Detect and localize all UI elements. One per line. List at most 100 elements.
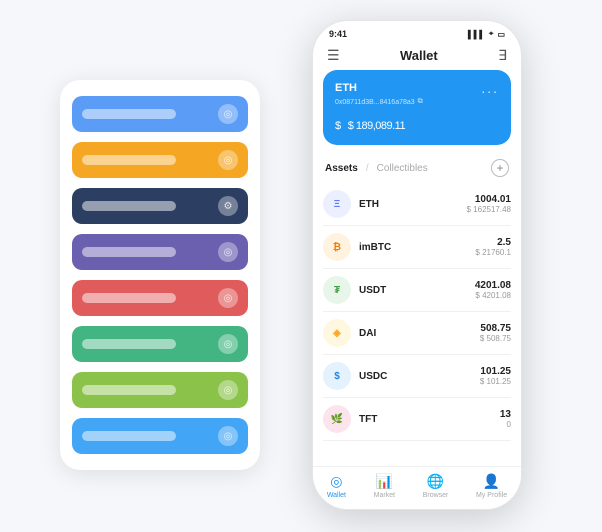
asset-row[interactable]: ₿ imBTC 2.5 $ 21760.1: [323, 226, 511, 269]
asset-icon: ₮: [323, 276, 351, 304]
asset-icon: $: [323, 362, 351, 390]
color-bar: ⚙: [72, 188, 248, 224]
asset-amount: 2.5: [475, 237, 511, 248]
eth-card-label: ETH: [335, 82, 357, 94]
asset-row[interactable]: ₮ USDT 4201.08 $ 4201.08: [323, 269, 511, 312]
phone-frame: 9:41 ▌▌▌ ⌖ ▭ ☰ Wallet ∃ ETH ... 0x08711d…: [312, 20, 522, 510]
asset-values: 13 0: [500, 409, 511, 429]
asset-values: 2.5 $ 21760.1: [475, 237, 511, 257]
color-bar-icon: ◎: [218, 242, 238, 262]
battery-icon: ▭: [497, 30, 505, 39]
color-bar-icon: ◎: [218, 334, 238, 354]
asset-name: USDT: [359, 285, 475, 296]
asset-name: ETH: [359, 199, 467, 210]
color-bar-icon: ◎: [218, 104, 238, 124]
color-bar-icon: ◎: [218, 150, 238, 170]
color-bar-inner: [82, 431, 176, 441]
eth-address: 0x08711d3B...8416a78a3 ⧉: [335, 98, 499, 106]
color-bar: ◎: [72, 142, 248, 178]
tab-divider: /: [366, 163, 369, 174]
eth-card: ETH ... 0x08711d3B...8416a78a3 ⧉ $ $ 189…: [323, 70, 511, 145]
assets-tabs: Assets / Collectibles: [325, 163, 428, 174]
color-bar-icon: ◎: [218, 426, 238, 446]
color-bar-inner: [82, 385, 176, 395]
status-bar: 9:41 ▌▌▌ ⌖ ▭: [313, 21, 521, 43]
asset-usd: 0: [500, 420, 511, 429]
color-bar: ◎: [72, 326, 248, 362]
color-bar-icon: ◎: [218, 288, 238, 308]
color-bar-inner: [82, 201, 176, 211]
eth-amount: $ $ 189,089.11: [335, 112, 499, 135]
asset-amount: 101.25: [480, 366, 511, 377]
bottom-nav-wallet[interactable]: ◎ Wallet: [327, 473, 346, 499]
background-panel: ◎ ◎ ⚙ ◎ ◎ ◎ ◎ ◎: [60, 80, 260, 470]
tab-assets[interactable]: Assets: [325, 163, 358, 174]
asset-icon: ₿: [323, 233, 351, 261]
bottom-nav-label: Market: [374, 492, 395, 499]
bottom-nav-icon: 👤: [483, 473, 500, 490]
bottom-nav-market[interactable]: 📊 Market: [374, 473, 395, 499]
asset-icon: ◈: [323, 319, 351, 347]
color-bar: ◎: [72, 418, 248, 454]
bottom-nav-label: Browser: [423, 492, 449, 499]
asset-values: 508.75 $ 508.75: [480, 323, 511, 343]
asset-name: TFT: [359, 414, 500, 425]
signal-icon: ▌▌▌: [468, 30, 485, 39]
status-icons: ▌▌▌ ⌖ ▭: [468, 29, 505, 39]
asset-amount: 1004.01: [467, 194, 512, 205]
assets-header: Assets / Collectibles +: [313, 155, 521, 183]
color-bar: ◎: [72, 372, 248, 408]
asset-usd: $ 508.75: [480, 334, 511, 343]
color-bar: ◎: [72, 280, 248, 316]
color-bar-inner: [82, 293, 176, 303]
asset-name: USDC: [359, 371, 480, 382]
asset-values: 4201.08 $ 4201.08: [475, 280, 511, 300]
color-bar-icon: ◎: [218, 380, 238, 400]
asset-usd: $ 162517.48: [467, 205, 512, 214]
bottom-nav-icon: 📊: [376, 473, 393, 490]
asset-name: imBTC: [359, 242, 475, 253]
color-bar-inner: [82, 339, 176, 349]
bottom-nav-label: Wallet: [327, 492, 346, 499]
asset-values: 101.25 $ 101.25: [480, 366, 511, 386]
asset-icon: 🌿: [323, 405, 351, 433]
asset-amount: 4201.08: [475, 280, 511, 291]
color-bar-inner: [82, 247, 176, 257]
add-asset-button[interactable]: +: [491, 159, 509, 177]
status-time: 9:41: [329, 29, 347, 39]
color-bar-icon: ⚙: [218, 196, 238, 216]
asset-row[interactable]: Ξ ETH 1004.01 $ 162517.48: [323, 183, 511, 226]
asset-usd: $ 21760.1: [475, 248, 511, 257]
asset-name: DAI: [359, 328, 480, 339]
bottom-navbar: ◎ Wallet 📊 Market 🌐 Browser 👤 My Profile: [313, 466, 521, 509]
asset-row[interactable]: $ USDC 101.25 $ 101.25: [323, 355, 511, 398]
bottom-nav-label: My Profile: [476, 492, 507, 499]
currency-symbol: $: [335, 120, 341, 132]
eth-card-top: ETH ...: [335, 80, 499, 96]
phone-navbar: ☰ Wallet ∃: [313, 43, 521, 70]
asset-row[interactable]: ◈ DAI 508.75 $ 508.75: [323, 312, 511, 355]
color-bar: ◎: [72, 96, 248, 132]
color-bar-inner: [82, 155, 176, 165]
asset-amount: 508.75: [480, 323, 511, 334]
bottom-nav-my-profile[interactable]: 👤 My Profile: [476, 473, 507, 499]
color-bar: ◎: [72, 234, 248, 270]
asset-list: Ξ ETH 1004.01 $ 162517.48 ₿ imBTC 2.5 $ …: [313, 183, 521, 466]
asset-values: 1004.01 $ 162517.48: [467, 194, 512, 214]
bottom-nav-icon: ◎: [330, 473, 342, 490]
asset-row[interactable]: 🌿 TFT 13 0: [323, 398, 511, 441]
wifi-icon: ⌖: [489, 29, 494, 39]
asset-amount: 13: [500, 409, 511, 420]
asset-icon: Ξ: [323, 190, 351, 218]
asset-usd: $ 4201.08: [475, 291, 511, 300]
eth-card-menu[interactable]: ...: [481, 80, 499, 96]
bottom-nav-browser[interactable]: 🌐 Browser: [423, 473, 449, 499]
page-title: Wallet: [400, 48, 438, 63]
menu-icon[interactable]: ☰: [327, 47, 340, 64]
bottom-nav-icon: 🌐: [427, 473, 444, 490]
copy-icon[interactable]: ⧉: [418, 98, 423, 106]
color-bar-inner: [82, 109, 176, 119]
tab-collectibles[interactable]: Collectibles: [377, 163, 428, 174]
asset-usd: $ 101.25: [480, 377, 511, 386]
scan-icon[interactable]: ∃: [498, 47, 507, 64]
